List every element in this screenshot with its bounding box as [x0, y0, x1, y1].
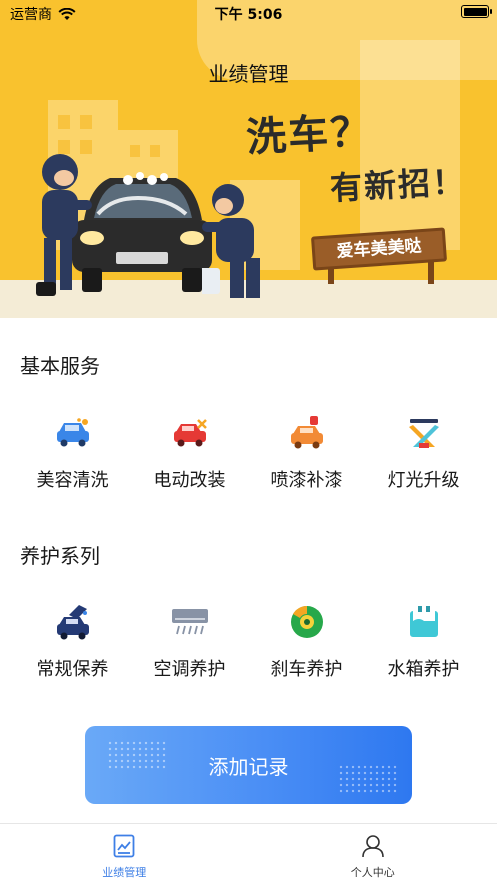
service-item-label: 喷漆补漆 [270, 470, 343, 491]
air-conditioner-icon [171, 603, 209, 641]
service-item-label: 水箱养护 [387, 659, 460, 680]
dot-pattern-decoration [107, 740, 167, 770]
tab-profile[interactable]: 个人中心 [249, 824, 497, 883]
service-item-car-modify[interactable]: 电动改装 [131, 414, 248, 492]
service-item-brake[interactable]: 刹车养护 [248, 603, 365, 681]
car-wash-icon [54, 414, 92, 452]
service-item-water-tank[interactable]: 水箱养护 [365, 603, 482, 681]
building-window [58, 115, 70, 129]
maintenance-grid: 常规保养 空调养护 刹车养护 水箱养护 [0, 603, 497, 681]
car-paint-icon [288, 414, 326, 452]
status-bar: 运营商 下午 5:06 [0, 0, 497, 26]
basic-services-grid: 美容清洗 电动改装 喷漆补漆 灯光升级 [0, 414, 497, 492]
person-icon [361, 835, 384, 858]
tab-label: 业绩管理 [102, 866, 147, 879]
tab-bar: 业绩管理 个人中心 [0, 823, 497, 883]
service-item-label: 电动改装 [153, 470, 226, 491]
tab-label: 个人中心 [350, 866, 395, 879]
service-item-label: 常规保养 [36, 659, 109, 680]
sign-post [428, 262, 434, 284]
add-record-button[interactable]: 添加记录 [85, 726, 412, 804]
service-item-car-wash[interactable]: 美容清洗 [14, 414, 131, 492]
banner-signboard: 爱车美美哒 [310, 227, 448, 271]
banner-slogan-line1: 洗车？ [245, 108, 374, 162]
building-window [150, 145, 160, 157]
service-item-label: 灯光升级 [387, 470, 460, 491]
light-upgrade-icon [405, 414, 443, 452]
section-title-maintenance: 养护系列 [20, 544, 100, 568]
car-modify-icon [171, 414, 209, 452]
service-item-air-conditioner[interactable]: 空调养护 [131, 603, 248, 681]
section-title-basic-services: 基本服务 [20, 354, 100, 378]
status-time: 下午 5:06 [214, 7, 283, 23]
service-item-car-maintenance[interactable]: 常规保养 [14, 603, 131, 681]
worker-right-illustration [202, 184, 260, 298]
banner-sign-text: 爱车美美哒 [335, 236, 423, 262]
brake-disc-icon [288, 603, 326, 641]
performance-chart-icon [113, 834, 135, 858]
worker-left-illustration [36, 154, 92, 296]
battery-icon [461, 5, 492, 18]
water-tank-icon [405, 603, 443, 641]
tab-performance[interactable]: 业绩管理 [0, 824, 249, 883]
service-item-label: 刹车养护 [270, 659, 343, 680]
dot-pattern-decoration [338, 764, 398, 794]
service-item-label: 美容清洗 [36, 470, 109, 491]
service-item-label: 空调养护 [153, 659, 226, 680]
car-maintenance-icon [54, 603, 92, 641]
page-title: 业绩管理 [208, 62, 289, 86]
service-item-car-paint[interactable]: 喷漆补漆 [248, 414, 365, 492]
hero-banner: 洗车？ 有新招！ 爱车美美哒 [0, 0, 497, 318]
building-window [130, 145, 140, 157]
service-item-light-upgrade[interactable]: 灯光升级 [365, 414, 482, 492]
add-record-label: 添加记录 [208, 754, 289, 779]
banner-slogan-line2: 有新招！ [329, 162, 468, 208]
building-window [80, 115, 92, 129]
